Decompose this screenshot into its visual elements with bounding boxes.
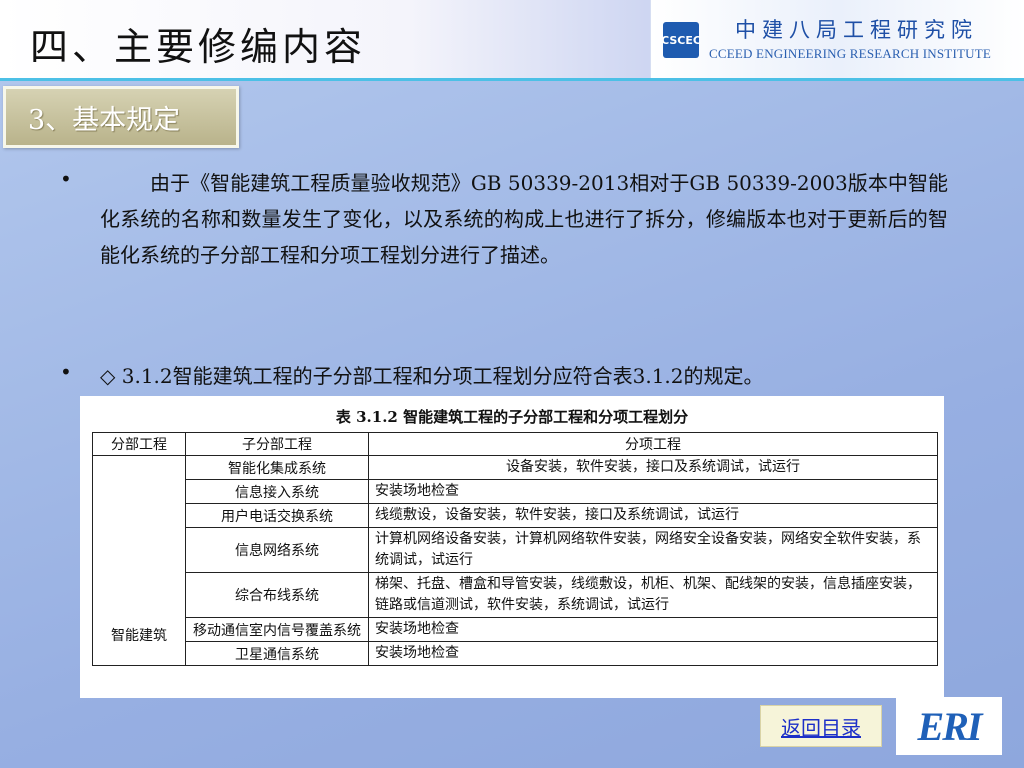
division-table: 分部工程 子分部工程 分项工程 智能建筑 智能化集成系统 设备安装，软件安装，接…: [92, 432, 938, 666]
items-cell: 安装场地检查: [368, 479, 938, 504]
eri-logo-icon: ERI: [896, 697, 1002, 755]
org-name-en: CCEED ENGINEERING RESEARCH INSTITUTE: [709, 46, 991, 61]
items-cell: 安装场地检查: [368, 617, 938, 642]
table-header-row: 分部工程 子分部工程 分项工程: [92, 432, 938, 456]
division-cell: 智能建筑: [92, 455, 186, 666]
items-cell: 线缆敷设，设备安装，软件安装，接口及系统调试，试运行: [368, 503, 938, 528]
table-caption: 表 3.1.2 智能建筑工程的子分部工程和分项工程划分: [335, 408, 689, 426]
table-image: 表 3.1.2 智能建筑工程的子分部工程和分项工程划分 分部工程 子分部工程 分…: [80, 396, 944, 698]
title-bar: 四、主要修编内容 CSCEC 中建八局工程研究院 CCEED ENGINEERI…: [0, 0, 1024, 78]
header-items: 分项工程: [368, 432, 938, 456]
bullet-clause: ◇ 3.1.2智能建筑工程的子分部工程和分项工程划分应符合表3.1.2的规定。: [100, 364, 764, 388]
items-cell: 设备安装，软件安装，接口及系统调试，试运行: [368, 455, 938, 480]
sub-cell: 卫星通信系统: [185, 641, 369, 666]
title-divider: [0, 78, 1024, 81]
table-row: 综合布线系统 梯架、托盘、槽盒和导管安装，线缆敷设，机柜、机架、配线架的安装，信…: [93, 572, 938, 618]
sub-cell: 移动通信室内信号覆盖系统: [185, 617, 369, 642]
page-title: 四、主要修编内容: [30, 25, 367, 69]
sub-cell: 信息接入系统: [185, 479, 369, 504]
table-row: 智能建筑 智能化集成系统 设备安装，软件安装，接口及系统调试，试运行: [92, 455, 938, 666]
items-cell: 梯架、托盘、槽盒和导管安装，线缆敷设，机柜、机架、配线架的安装，信息插座安装，链…: [368, 572, 938, 618]
table-row: 信息网络系统 计算机网络设备安装，计算机网络软件安装，网络安全设备安装，网络安全…: [93, 527, 938, 573]
org-name-cn: 中建八局工程研究院: [735, 18, 978, 42]
table-row: 卫星通信系统 安装场地检查: [93, 641, 938, 666]
bullet-paragraph: 由于《智能建筑工程质量验收规范》GB 50339-2013相对于GB 50339…: [100, 171, 948, 267]
header-division: 分部工程: [92, 432, 186, 456]
header-subdivision: 子分部工程: [185, 432, 369, 456]
org-brand: CSCEC 中建八局工程研究院 CCEED ENGINEERING RESEAR…: [650, 0, 1024, 78]
bullet-marker: •: [60, 167, 72, 191]
items-cell: 计算机网络设备安装，计算机网络软件安装，网络安全设备安装，网络安全软件安装，系统…: [368, 527, 938, 573]
cscec-logo-icon: CSCEC: [661, 22, 701, 58]
sub-cell: 智能化集成系统: [185, 455, 369, 480]
return-to-contents-link[interactable]: 返回目录: [760, 705, 882, 747]
table-row: 移动通信室内信号覆盖系统 安装场地检查: [93, 617, 938, 642]
table-row: 信息接入系统 安装场地检查: [93, 479, 938, 504]
table-row: 用户电话交换系统 线缆敷设，设备安装，软件安装，接口及系统调试，试运行: [93, 503, 938, 528]
section-label: 3、基本规定: [3, 86, 239, 148]
sub-cell: 用户电话交换系统: [185, 503, 369, 528]
items-cell: 安装场地检查: [368, 641, 938, 666]
sub-cell: 综合布线系统: [185, 572, 369, 618]
sub-cell: 信息网络系统: [185, 527, 369, 573]
bullet-marker: •: [60, 360, 72, 384]
